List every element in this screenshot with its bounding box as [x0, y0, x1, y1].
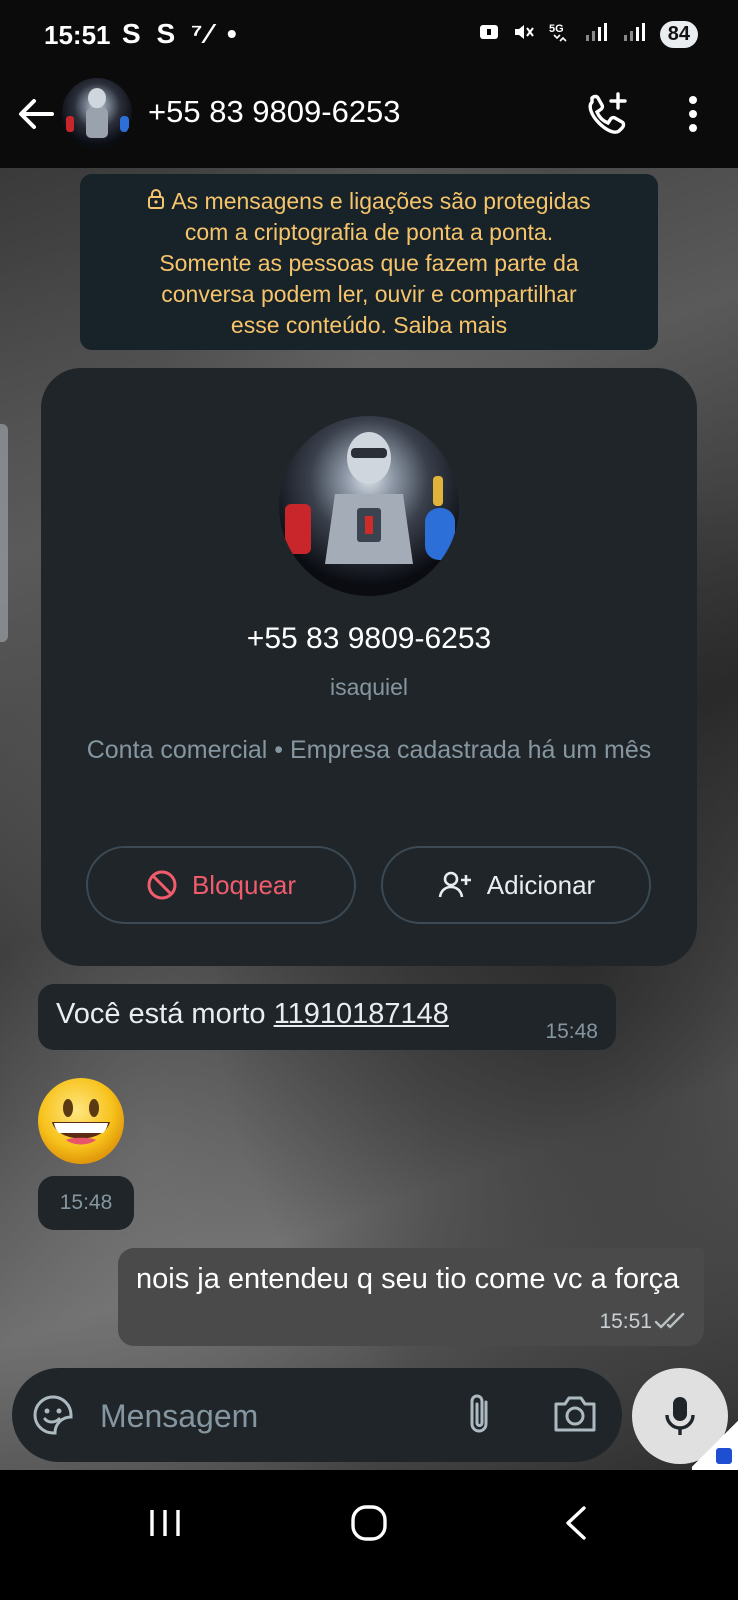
block-button-label: Bloquear — [191, 869, 297, 900]
incoming-message-time: 15:48 — [545, 1020, 598, 1043]
contact-avatar[interactable] — [62, 78, 132, 148]
5g-icon: 5G — [548, 20, 572, 49]
camera-icon[interactable] — [552, 1392, 598, 1436]
emoji-message-time: 15:48 — [38, 1176, 134, 1230]
add-call-icon[interactable] — [582, 90, 630, 138]
status-left-icons: S S ⁷⁄ • — [122, 18, 241, 49]
profile-photo[interactable] — [279, 416, 459, 596]
back-arrow-icon[interactable] — [14, 92, 58, 136]
more-options-icon[interactable] — [678, 90, 708, 138]
signal-icon-2 — [622, 21, 648, 48]
outgoing-message-time: 15:51 — [599, 1310, 652, 1333]
incoming-message[interactable]: Você está morto 11910187148 15:48 — [38, 984, 616, 1050]
battery-indicator: 84 — [659, 21, 698, 48]
message-input[interactable] — [98, 1390, 422, 1442]
add-person-icon — [438, 871, 471, 898]
status-bar: 15:51 S S ⁷⁄ • 5G 84 — [0, 0, 738, 70]
incoming-message-body: Você está morto — [56, 998, 274, 1030]
corner-badge — [692, 1418, 738, 1470]
lock-screen-icon — [478, 21, 500, 48]
status-right-icons: 5G 84 — [478, 20, 698, 49]
outgoing-message-text: nois ja entendeu q seu tio come vc a for… — [136, 1263, 680, 1295]
sticker-icon[interactable] — [32, 1394, 74, 1436]
phone-number-link[interactable]: 11910187148 — [274, 998, 449, 1030]
encryption-line-3: Somente as pessoas que fazem parte da — [159, 250, 579, 276]
encryption-notice[interactable]: As mensagens e ligações são protegidas c… — [80, 174, 658, 350]
encryption-line-1: As mensagens e ligações são protegidas — [171, 188, 591, 214]
contact-title[interactable]: +55 83 9809-6253 — [148, 94, 401, 130]
block-icon — [147, 870, 177, 900]
signal-icon — [584, 21, 610, 48]
chat-header: +55 83 9809-6253 — [0, 70, 738, 168]
encryption-line-2: com a criptografia de ponta a ponta. — [184, 219, 554, 245]
paperclip-icon[interactable] — [462, 1392, 498, 1438]
side-panel-handle[interactable] — [0, 424, 8, 642]
incoming-message-text: Você está morto 11910187148 — [56, 998, 449, 1031]
chat-area[interactable]: As mensagens e ligações são protegidas c… — [0, 168, 738, 1470]
lock-icon — [147, 186, 165, 217]
back-nav-icon[interactable] — [562, 1504, 592, 1542]
double-check-icon — [654, 1312, 685, 1329]
profile-subtitle: isaquiel — [330, 674, 408, 700]
system-navigation-bar — [0, 1470, 738, 1600]
mute-icon — [512, 20, 536, 49]
encryption-line-4: conversa podem ler, ouvir e compartilhar — [161, 281, 577, 307]
status-time: 15:51 — [44, 20, 111, 50]
recent-apps-icon[interactable] — [148, 1506, 182, 1540]
profile-description: Conta comercial • Empresa cadastrada há … — [86, 736, 652, 764]
outgoing-message[interactable]: nois ja entendeu q seu tio come vc a for… — [118, 1248, 704, 1346]
block-button[interactable]: Bloquear — [86, 846, 356, 924]
grinning-face-emoji[interactable] — [36, 1076, 126, 1166]
svg-text:5G: 5G — [549, 23, 564, 35]
profile-name: +55 83 9809-6253 — [246, 622, 492, 655]
encryption-line-5: esse conteúdo. Saiba mais — [230, 312, 508, 338]
message-composer — [12, 1368, 622, 1462]
home-icon[interactable] — [350, 1504, 388, 1542]
add-button-label: Adicionar — [486, 869, 596, 900]
add-contact-button[interactable]: Adicionar — [381, 846, 651, 924]
badge-mark-icon — [716, 1448, 732, 1464]
